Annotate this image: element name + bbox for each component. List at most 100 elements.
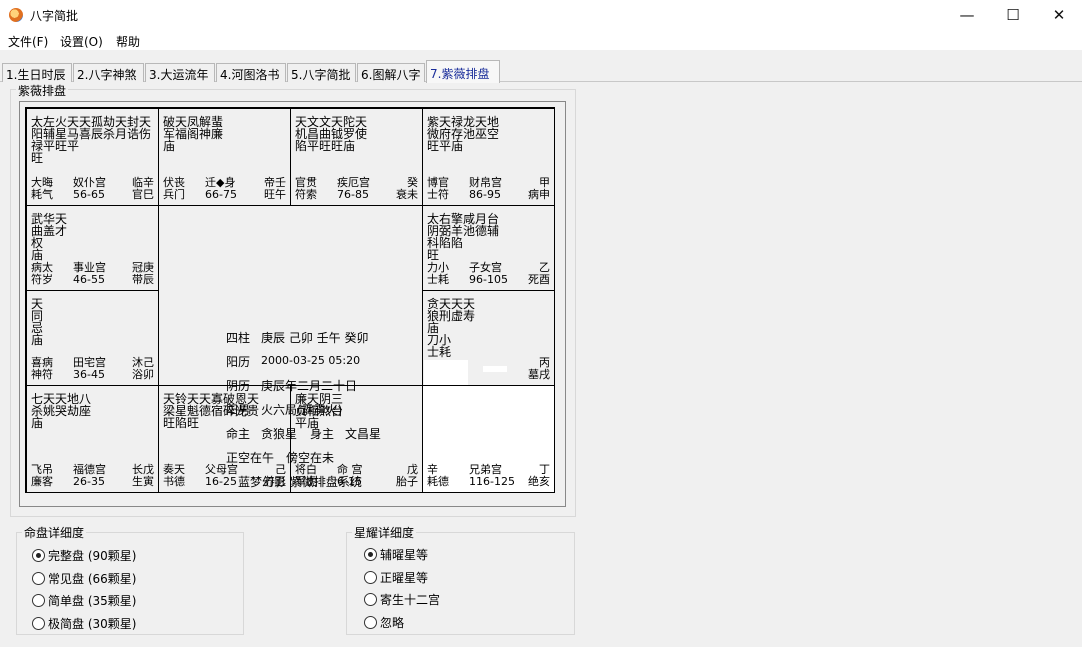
radio-label: 完整盘 (90颗星) [48,549,137,563]
radio-label: 正曜星等 [380,571,429,585]
palace-branch: 病申 [528,188,550,201]
palace-branch: 墓戌 [528,368,550,381]
palace-stars: 武华天 曲盖才 权 庙 [31,212,68,262]
radio-simple-chart[interactable]: 简单盘 (35颗星) [32,592,136,609]
radio-label: 极简盘 (30颗星) [48,617,137,631]
palace-god2: 神符 [31,368,53,381]
tab-dayun-liunian[interactable]: 3.大运流年 [145,63,215,82]
tab-bazi-shensha[interactable]: 2.八字神煞 [73,63,144,82]
palace-god2: 符岁 [31,273,53,286]
title-bar: 八字简批 — ☐ ✕ [0,0,1082,30]
menu-file[interactable]: 文件(F) [8,33,48,50]
palace-range: 116-125 [469,475,515,488]
palace-stars: 破天凤解蜚 军福阁神廉 庙 [163,115,224,153]
solar-label: 阳历 [226,355,251,369]
radio-dot[interactable] [32,617,45,630]
radio-dot[interactable] [32,572,45,585]
palace-stars: 太左火天天孤劫天封天 阳辅星马喜辰杀月诰伤 禄平旺平 旺 [31,115,152,165]
mingzhu-value: 贪狼星 [261,427,298,441]
minimize-button[interactable]: — [944,0,990,30]
radio-dot[interactable] [364,571,377,584]
menu-settings[interactable]: 设置(O) [60,33,103,50]
pang-text: 傍空在未 [286,451,335,465]
sizhu-value: 庚辰 己卯 壬午 癸卯 [261,331,369,345]
radio-dot[interactable] [364,593,377,606]
radio-main-stars[interactable]: 正曜星等 [364,569,428,586]
palace-god2: 耗气 [31,188,53,201]
radio-full-chart[interactable]: 完整盘 (90颗星) [32,547,136,564]
radio-auxiliary-stars[interactable]: 辅曜星等 [364,546,428,563]
window-title: 八字简批 [30,9,79,23]
palace-range: 26-35 [73,475,105,488]
detail-level-title: 命盘详细度 [22,524,87,541]
lunar-label: 阴历 [226,379,251,393]
palace-stars: 太右擎咸月台 阴弼羊池德辅 科陷陷 旺 [427,212,500,262]
radio-label: 忽略 [380,616,405,630]
gender-label: 阳男 [226,403,251,417]
palace-range: 66-75 [205,188,237,201]
palace-stars: 天文文天陀天 机昌曲钺罗使 陷平旺旺庙 [295,115,368,153]
radio-common-chart[interactable]: 常见盘 (66颗星) [32,570,136,587]
palace-stars: 天 同 忌 庙 [31,297,44,347]
palace-range: 56-65 [73,188,105,201]
radio-dot[interactable] [364,616,377,629]
palace-shen: 紫天禄龙天地 微府存池巫空 旺平庙 博官 财帛宫甲士符 86-95 病申 [422,108,555,206]
lunar-value: 庚辰年二月二十日 [261,379,358,393]
radio-twelve-palaces[interactable]: 寄生十二宫 [364,591,440,608]
ju-value: 火六局(霹雳火) [261,403,343,417]
palace-god2: 书德 [163,475,185,488]
tab-strip: 1.生日时辰 2.八字神煞 3.大运流年 4.河图洛书 5.八字简批 6.图解八… [0,50,1082,83]
palace-god2: 廉客 [31,475,53,488]
radio-label: 常见盘 (66颗星) [48,572,137,586]
palace-branch: 官巳 [132,188,154,201]
maximize-button[interactable]: ☐ [990,0,1036,30]
palace-god2: 兵门 [163,188,185,201]
palace-branch: 生寅 [132,475,154,488]
palace-stars: 七天天地八 杀姚哭劫座 庙 [31,392,92,430]
radio-dot[interactable] [32,594,45,607]
palace-mao: 天 同 忌 庙 喜病 田宅宫 沐己 神符 36-45 浴卯 [26,290,159,386]
tab-bazi-jianpi[interactable]: 5.八字简批 [287,63,356,82]
palace-range: 46-55 [73,273,105,286]
solar-value: 2000-03-25 05:20 [261,354,361,367]
palace-branch: 绝亥 [528,475,550,488]
close-button[interactable]: ✕ [1036,0,1082,30]
palace-god2: 士耗 [427,273,449,286]
palace-range: 36-45 [73,368,105,381]
radio-minimal-chart[interactable]: 极简盘 (30颗星) [32,615,136,632]
palace-wu: 破天凤解蜚 军福阁神廉 庙 伏丧 迁◆身 帝壬 兵门 66-75 旺午 [158,108,291,206]
shenzhu-label: 身主 [310,427,335,441]
palace-yin: 七天天地八 杀姚哭劫座 庙 飞吊 福德宫 长戊 廉客 26-35 生寅 [26,385,159,493]
radio-ignore[interactable]: 忽略 [364,614,404,631]
menu-bar: 文件(F) 设置(O) 帮助 [0,30,1082,50]
palace-god2: 士符 [427,188,449,201]
board-group-title: 紫薇排盘 [16,82,69,99]
palace-god2: 符索 [295,188,317,201]
tab-birth-time[interactable]: 1.生日时辰 [2,63,72,82]
tab-tujie-bazi[interactable]: 6.图解八字 [357,63,425,82]
palace-you: 太右擎咸月台 阴弼羊池德辅 科陷陷 旺 力小 子女宫乙士耗 96-105 死酉 [422,205,555,291]
kong-text: 正空在午 [226,451,275,465]
mingzhu-label: 命主 [226,427,251,441]
chart-center-info: 四柱 庚辰 己卯 壬午 癸卯 阳历 2000-03-25 05:20 阴历 庚辰… [184,313,447,493]
radio-label: 简单盘 (35颗星) [48,594,137,608]
palace-branch: 死酉 [528,273,550,286]
palace-branch: 带辰 [132,273,154,286]
render-glitch [483,366,507,372]
palace-stars: 紫天禄龙天地 微府存池巫空 旺平庙 [427,115,500,153]
palace-branch: 旺午 [264,188,286,201]
radio-dot[interactable] [364,548,377,561]
tab-hetu-luoshu[interactable]: 4.河图洛书 [216,63,286,82]
radio-label: 辅曜星等 [380,548,429,562]
menu-help[interactable]: 帮助 [116,33,140,50]
palace-range: 96-105 [469,273,508,286]
palace-range: 76-85 [337,188,369,201]
palace-branch: 浴卯 [132,368,154,381]
ziwei-chart: 太左火天天孤劫天封天 阳辅星马喜辰杀月诰伤 禄平旺平 旺 大晦 奴仆宫 临辛 耗气 56… [25,107,555,493]
palace-branch: 衰未 [396,188,418,201]
palace-chen: 武华天 曲盖才 权 庙 病太 事业宫 冠庚 符岁 46-55 带辰 [26,205,159,291]
radio-dot[interactable] [32,549,45,562]
tab-ziwei-paipan[interactable]: 7.紫薇排盘 [426,60,500,83]
palace-range: 86-95 [469,188,501,201]
palace-wei: 天文文天陀天 机昌曲钺罗使 陷平旺旺庙 官贯 疾厄宫癸符索 76-85 衰未 [290,108,423,206]
